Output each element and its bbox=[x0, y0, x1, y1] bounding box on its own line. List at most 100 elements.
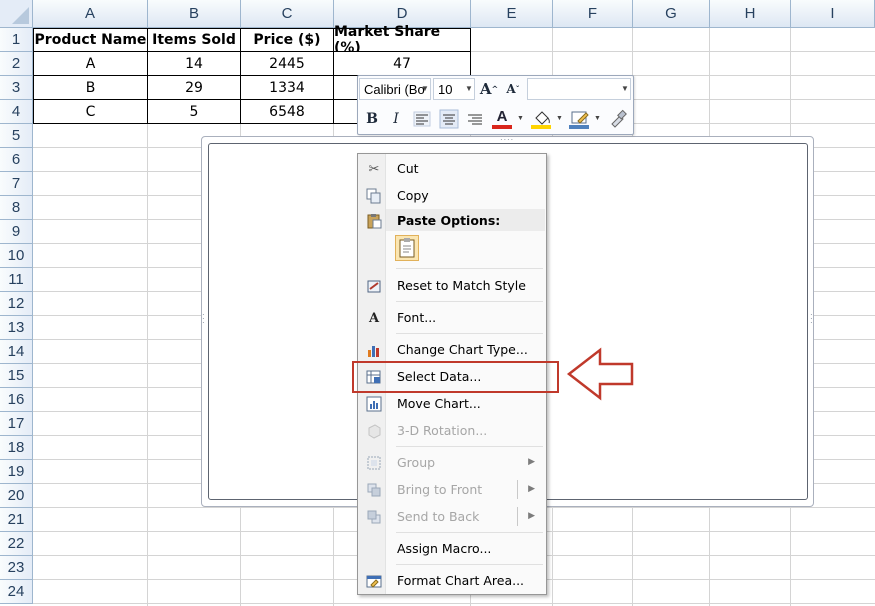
paste-keep-formatting-button[interactable] bbox=[395, 235, 419, 261]
italic-button[interactable]: I bbox=[386, 109, 406, 129]
menu-item-change-chart-type-label: Change Chart Type... bbox=[397, 342, 528, 357]
cell-c2[interactable]: 2445 bbox=[241, 52, 334, 76]
font-icon: A bbox=[368, 310, 380, 326]
row-header-17[interactable]: 17 bbox=[0, 412, 33, 436]
row-header-15[interactable]: 15 bbox=[0, 364, 33, 388]
chart-resize-handle-right[interactable]: ∙ ∙ ∙ bbox=[810, 310, 814, 327]
cell-c1[interactable]: Price ($) bbox=[241, 28, 334, 52]
cell-d1[interactable]: Market Share (%) bbox=[334, 24, 471, 56]
row-header-5[interactable]: 5 bbox=[0, 124, 33, 148]
menu-item-reset-label: Reset to Match Style bbox=[397, 278, 526, 293]
align-right-icon[interactable] bbox=[465, 109, 485, 129]
scissors-icon: ✂ bbox=[368, 161, 380, 176]
column-header-b[interactable]: B bbox=[148, 0, 241, 28]
font-name-dropdown-icon[interactable]: ▼ bbox=[421, 84, 429, 93]
menu-item-group[interactable]: Group ▶ bbox=[359, 450, 545, 476]
cell-a2[interactable]: A bbox=[33, 52, 148, 76]
bold-button[interactable]: B bbox=[362, 109, 382, 129]
move-chart-icon bbox=[365, 395, 383, 413]
row-header-9[interactable]: 9 bbox=[0, 220, 33, 244]
row-header-18[interactable]: 18 bbox=[0, 436, 33, 460]
row-header-20[interactable]: 20 bbox=[0, 484, 33, 508]
column-header-e[interactable]: E bbox=[471, 0, 553, 28]
cell-b1[interactable]: Items Sold bbox=[148, 28, 241, 52]
grow-font-button[interactable]: A ^ bbox=[478, 78, 500, 100]
font-name-value: Calibri (Bo bbox=[364, 81, 425, 97]
menu-item-bring-to-front[interactable]: Bring to Front ▶ bbox=[359, 477, 545, 503]
cell-d2[interactable]: 47 bbox=[334, 52, 471, 76]
row-header-16[interactable]: 16 bbox=[0, 388, 33, 412]
bring-front-icon bbox=[365, 481, 383, 499]
cell-a1[interactable]: Product Name bbox=[33, 28, 148, 52]
group-icon bbox=[365, 454, 383, 472]
menu-item-format-chart-area[interactable]: Format Chart Area... bbox=[359, 568, 545, 594]
font-color-icon: A bbox=[496, 107, 508, 125]
paste-clipboard-icon bbox=[399, 238, 415, 258]
column-header-c[interactable]: C bbox=[241, 0, 334, 28]
cell-c3[interactable]: 1334 bbox=[241, 76, 334, 100]
select-all-icon bbox=[12, 7, 29, 24]
row-header-12[interactable]: 12 bbox=[0, 292, 33, 316]
align-center-icon[interactable] bbox=[439, 109, 459, 129]
chart-resize-handle-top[interactable]: ∙∙∙∙ bbox=[500, 135, 514, 144]
column-header-f[interactable]: F bbox=[553, 0, 633, 28]
menu-item-change-chart-type[interactable]: Change Chart Type... bbox=[359, 337, 545, 363]
row-header-3[interactable]: 3 bbox=[0, 76, 33, 100]
menu-item-cut[interactable]: ✂ Cut bbox=[359, 156, 545, 182]
row-header-21[interactable]: 21 bbox=[0, 508, 33, 532]
menu-item-3d-rotation-label: 3-D Rotation... bbox=[397, 423, 488, 438]
column-header-i[interactable]: I bbox=[791, 0, 875, 28]
column-header-h[interactable]: H bbox=[710, 0, 791, 28]
row-header-8[interactable]: 8 bbox=[0, 196, 33, 220]
select-data-highlight-box bbox=[352, 361, 559, 393]
cell-b3[interactable]: 29 bbox=[148, 76, 241, 100]
fill-color-swatch bbox=[531, 125, 551, 129]
menu-item-copy[interactable]: Copy bbox=[359, 183, 545, 209]
menu-item-assign-macro[interactable]: Assign Macro... bbox=[359, 536, 545, 562]
row-header-7[interactable]: 7 bbox=[0, 172, 33, 196]
menu-item-send-to-back-label: Send to Back bbox=[397, 509, 480, 524]
menu-item-move-chart[interactable]: Move Chart... bbox=[359, 391, 545, 417]
submenu-arrow-icon: ▶ bbox=[528, 483, 535, 493]
cell-a4[interactable]: C bbox=[33, 100, 148, 124]
row-header-24[interactable]: 24 bbox=[0, 580, 33, 604]
row-header-23[interactable]: 23 bbox=[0, 556, 33, 580]
row-header-2[interactable]: 2 bbox=[0, 52, 33, 76]
menu-item-reset-to-match-style[interactable]: Reset to Match Style bbox=[359, 273, 545, 299]
shrink-font-button[interactable]: Aˇ bbox=[502, 78, 524, 100]
menu-item-font[interactable]: A Font... bbox=[359, 305, 545, 331]
align-left-icon[interactable] bbox=[412, 109, 432, 129]
row-header-14[interactable]: 14 bbox=[0, 340, 33, 364]
row-header-13[interactable]: 13 bbox=[0, 316, 33, 340]
format-chart-area-icon bbox=[365, 572, 383, 590]
format-painter-icon[interactable] bbox=[608, 108, 628, 128]
bold-icon: B bbox=[366, 111, 378, 127]
cell-a3[interactable]: B bbox=[33, 76, 148, 100]
cell-b4[interactable]: 5 bbox=[148, 100, 241, 124]
outline-color-dropdown-icon[interactable]: ▼ bbox=[594, 115, 601, 122]
font-color-button[interactable]: A bbox=[492, 107, 512, 125]
style-box[interactable] bbox=[527, 78, 631, 100]
row-header-19[interactable]: 19 bbox=[0, 460, 33, 484]
row-header-11[interactable]: 11 bbox=[0, 268, 33, 292]
row-header-1[interactable]: 1 bbox=[0, 28, 33, 52]
row-header-10[interactable]: 10 bbox=[0, 244, 33, 268]
select-all-corner[interactable] bbox=[0, 0, 33, 28]
row-header-4[interactable]: 4 bbox=[0, 100, 33, 124]
fill-color-dropdown-icon[interactable]: ▼ bbox=[556, 115, 563, 122]
menu-item-3d-rotation[interactable]: 3-D Rotation... bbox=[359, 418, 545, 444]
row-header-6[interactable]: 6 bbox=[0, 148, 33, 172]
font-size-dropdown-icon[interactable]: ▼ bbox=[465, 84, 473, 93]
italic-icon: I bbox=[393, 111, 399, 127]
column-header-a[interactable]: A bbox=[33, 0, 148, 28]
cell-c4[interactable]: 6548 bbox=[241, 100, 334, 124]
submenu-arrow-icon: ▶ bbox=[528, 456, 535, 466]
font-color-dropdown-icon[interactable]: ▼ bbox=[517, 115, 524, 122]
cell-b2[interactable]: 14 bbox=[148, 52, 241, 76]
menu-item-send-to-back[interactable]: Send to Back ▶ bbox=[359, 504, 545, 530]
chart-resize-handle-left[interactable]: ∙ ∙ ∙ bbox=[202, 310, 206, 327]
reset-style-icon bbox=[365, 277, 383, 295]
row-header-22[interactable]: 22 bbox=[0, 532, 33, 556]
column-header-g[interactable]: G bbox=[633, 0, 710, 28]
style-dropdown-icon[interactable]: ▼ bbox=[621, 84, 629, 93]
